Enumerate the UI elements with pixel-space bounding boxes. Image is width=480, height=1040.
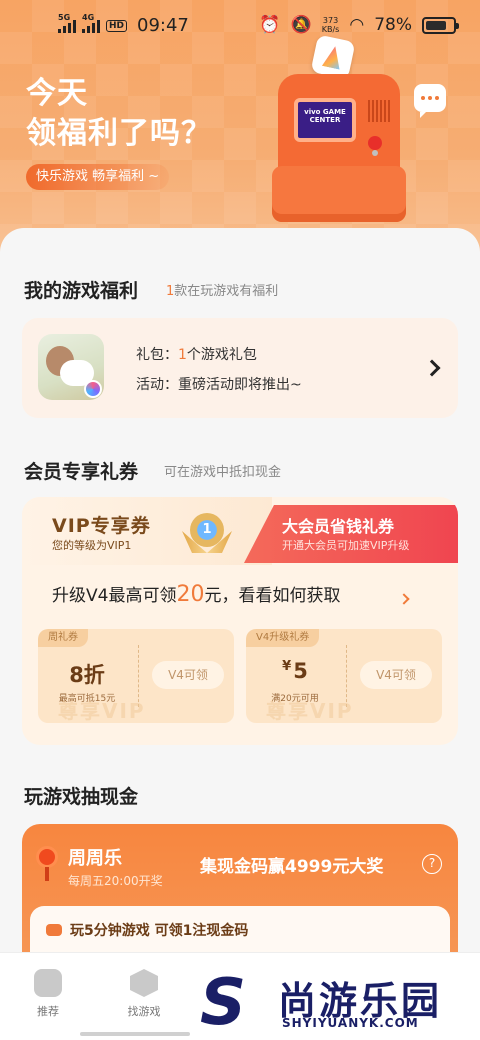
activity-label: 活动： [136,377,178,393]
joystick-icon [36,846,58,881]
mute-icon: 🔕 [290,15,312,35]
upgrade-amount: 20 [176,582,205,607]
nav-find-games[interactable]: 找游戏 [114,969,174,1019]
welfare-game-card[interactable]: 礼包：1个游戏礼包 活动：重磅活动即将推出~ [22,318,458,418]
my-welfare-title: 我的游戏福利 [24,280,139,302]
event-time: 每周五20:00开奖 [68,874,163,888]
vip-title: VIP专享券 [52,515,151,537]
coupon-currency: ¥ [282,659,292,674]
arcade-screen: vivo GAME CENTER [294,98,356,142]
arcade-machine-illustration: vivo GAME CENTER [272,34,406,228]
game-center-badge-icon [84,380,102,398]
member-title: 会员专享礼券 [24,461,139,483]
promo-title: 大会员省钱礼券 [282,517,395,536]
activity-text: 重磅活动即将推出~ [178,377,302,393]
game-app-icon [38,334,104,400]
clock: 09:47 [137,15,189,36]
chevron-right-icon[interactable] [423,359,441,377]
watermark-en: SHYIYUANYK.COM [282,1016,419,1030]
gamepad-icon [46,924,62,936]
cash-title: 玩游戏抽现金 [24,786,139,808]
signal-icon-2: 4G [82,13,100,33]
vip-coupon-card: VIP专享券 您的等级为VIP1 1 大会员省钱礼券 开通大会员可加速VIP升级… [22,497,458,745]
coupon-value-text: 5 [293,659,308,683]
hero-title-line1: 今天 [26,76,88,111]
big-member-promo[interactable]: 大会员省钱礼券 开通大会员可加速VIP升级 [244,505,458,563]
joystick-icon [368,136,382,150]
nav-label: 推荐 [37,1005,59,1018]
hero-title-line2: 领福利了吗？ [26,116,212,151]
sim2-label: 4G [82,12,95,22]
coupon-watermark: 尊享VIP [58,699,146,723]
coupon-weekly[interactable]: 周礼券 8折 最高可抵15元 V4可领 尊享VIP [38,629,234,723]
vip-medal-icon: 1 [182,511,232,559]
my-welfare-subtitle: 1款在玩游戏有福利 [166,280,278,299]
coupon-value-text: 8折 [69,663,105,687]
activity-line: 活动：重磅活动即将推出~ [136,374,302,394]
coupon-value: ¥5 [246,659,344,683]
gift-line: 礼包：1个游戏礼包 [136,344,257,364]
watermark-s-icon: S [200,966,247,1040]
event-slogan: 集现金码赢4999元大奖 [200,857,384,877]
net-speed-value: 373 [322,16,339,25]
coupon-tag: 周礼券 [38,629,88,647]
status-right: ⏰ 🔕 373 KB/s ◠ 78% [259,15,459,35]
vip-level: 您的等级为VIP1 [52,539,132,552]
coupon-claim-button[interactable]: V4可领 [152,661,224,689]
nav-label: 找游戏 [127,1005,161,1018]
net-speed: 373 KB/s [322,16,340,34]
game-center-logo-icon [310,34,356,80]
chat-bubble-icon[interactable] [414,84,446,118]
net-speed-unit: KB/s [321,25,340,34]
gamepad-icon [34,969,62,997]
event-name: 周周乐 [68,848,122,869]
welfare-count-suffix: 款在玩游戏有福利 [174,284,279,299]
coupon-watermark: 尊享VIP [266,699,354,723]
battery-icon [422,16,459,34]
signal-icon: 5G [58,13,76,33]
home-indicator[interactable] [80,1032,190,1036]
gift-suffix: 个游戏礼包 [186,347,257,363]
coupon-value: 8折 [38,659,136,689]
coupon-tag: V4升级礼券 [246,629,320,647]
upgrade-suffix: 元，看看如何获取 [204,586,341,606]
hero-title: 今天 领福利了吗？ [26,74,212,154]
vip-upgrade-link[interactable]: 升级V4最高可领20元，看看如何获取 [52,581,340,607]
cash-task-text[interactable]: 玩5分钟游戏 可领1注现金码 [70,920,248,940]
gift-label: 礼包： [136,347,178,363]
battery-fill [426,20,447,30]
upgrade-prefix: 升级V4最高可领 [52,586,177,606]
medal-number: 1 [190,513,224,547]
member-subtitle: 可在游戏中抵扣现金 [164,465,282,480]
discover-icon [130,969,158,997]
gift-count: 1 [178,347,187,363]
arcade-speaker [368,100,390,122]
coupon-claim-button[interactable]: V4可领 [360,661,432,689]
arcade-base [272,166,406,222]
chevron-right-icon[interactable] [398,593,410,605]
site-watermark-logo: S 尚游乐园 SHYIYUANYK.COM [200,970,476,1036]
hero-tagline: 快乐游戏 畅享福利 ~ [26,164,170,190]
hd-badge: HD [106,19,128,32]
coupon-v4-upgrade[interactable]: V4升级礼券 ¥5 满20元可用 V4可领 尊享VIP [246,629,442,723]
nav-recommend[interactable]: 推荐 [18,969,78,1019]
promo-subtitle: 开通大会员可加速VIP升级 [282,539,410,552]
status-left: 5G 4G HD 09:47 [58,13,189,36]
alarm-icon: ⏰ [259,15,281,35]
hero-banner: 5G 4G HD 09:47 ⏰ 🔕 373 KB/s ◠ 78% 今天 领福利… [0,0,480,260]
help-icon[interactable]: ? [422,854,442,874]
battery-percent: 78% [374,15,412,35]
status-bar: 5G 4G HD 09:47 ⏰ 🔕 373 KB/s ◠ 78% [0,0,480,52]
wifi-icon: ◠ [349,15,365,35]
sim1-label: 5G [58,12,71,22]
